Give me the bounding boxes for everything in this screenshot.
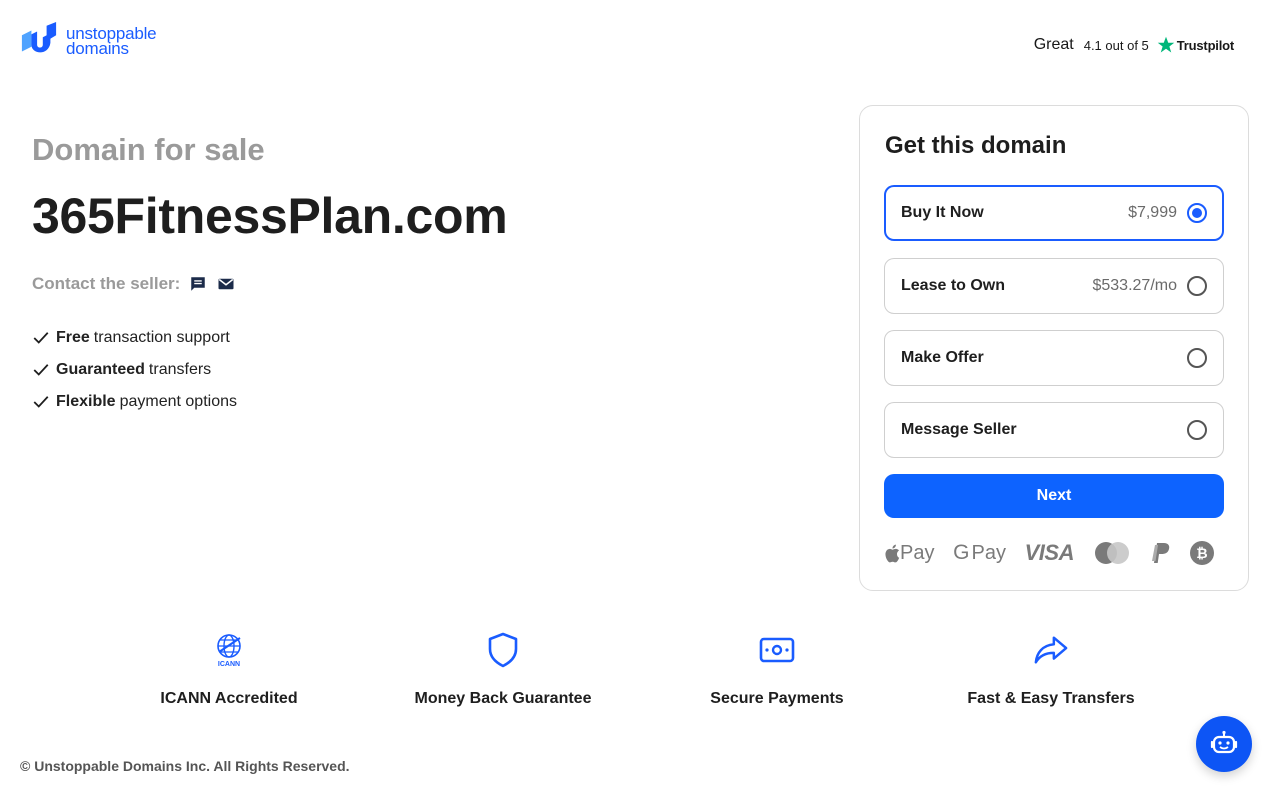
share-arrow-icon [1033, 632, 1069, 668]
radio-unselected[interactable] [1187, 276, 1207, 296]
unstoppable-logo-icon [21, 22, 57, 53]
radio-unselected[interactable] [1187, 420, 1207, 440]
next-button[interactable]: Next [884, 474, 1224, 518]
feature-bold: Guaranteed [56, 361, 145, 378]
feature-bold: Free [56, 329, 90, 346]
feature-list: Free transaction support Guaranteed tran… [32, 322, 792, 418]
brand-logo[interactable]: unstoppable domains [20, 22, 157, 60]
paypal-icon [1149, 541, 1171, 565]
rating-score: 4.1 out of 5 [1083, 37, 1149, 53]
icann-text: ICANN [218, 661, 240, 668]
card-title: Get this domain [885, 132, 1067, 159]
visa-icon: VISA [1024, 540, 1075, 565]
icann-icon: ICANN [211, 632, 247, 668]
trustpilot-rating[interactable]: Great 4.1 out of 5 Trustpilot [1034, 36, 1234, 54]
payment-methods: Pay G Pay VISA ₿ [884, 540, 1214, 566]
rating-word: Great [1033, 36, 1074, 53]
badge-label: Money Back Guarantee [414, 690, 592, 707]
option-label: Make Offer [901, 349, 984, 366]
option-buy-it-now[interactable]: Buy It Now $7,999 [884, 185, 1224, 241]
contact-label: Contact the seller: [32, 274, 181, 293]
option-label: Lease to Own [901, 277, 1006, 294]
radio-unselected[interactable] [1187, 348, 1207, 368]
bitcoin-icon: ₿ [1190, 541, 1214, 565]
feature-item: Free transaction support [32, 322, 792, 354]
footer-copyright: © Unstoppable Domains Inc. All Rights Re… [20, 758, 350, 774]
bot-icon [1210, 730, 1238, 754]
svg-text:₿: ₿ [1196, 546, 1207, 562]
chat-icon[interactable] [188, 274, 208, 294]
option-price: $533.27/mo [1092, 277, 1177, 294]
badge-label: ICANN Accredited [160, 690, 298, 707]
badge-fast-transfers: Fast & Easy Transfers [914, 632, 1188, 708]
badge-label: Secure Payments [710, 690, 844, 707]
page-subtitle: Domain for sale [32, 132, 265, 167]
trust-badges: ICANN ICANN Accredited Money Back Guaran… [92, 632, 1188, 708]
trustpilot-wordmark: Trustpilot [1176, 37, 1234, 53]
feature-item: Flexible payment options [32, 386, 792, 418]
badge-label: Fast & Easy Transfers [967, 690, 1135, 707]
mail-icon[interactable] [216, 274, 236, 294]
option-label: Message Seller [901, 421, 1017, 438]
purchase-card: Get this domain Buy It Now $7,999 Lease … [859, 105, 1249, 591]
logo-wordmark: unstoppable domains [66, 25, 157, 58]
badge-secure-payments: Secure Payments [640, 632, 914, 708]
apple-pay-icon: Pay [884, 542, 934, 565]
option-make-offer[interactable]: Make Offer [884, 330, 1224, 386]
google-pay-text: Pay [971, 541, 1006, 564]
badge-money-back: Money Back Guarantee [366, 632, 640, 708]
check-icon [33, 332, 49, 344]
feature-text: transaction support [93, 329, 230, 346]
logo-line-2: domains [66, 39, 129, 58]
mastercard-icon [1093, 541, 1131, 565]
apple-pay-text: Pay [900, 541, 935, 564]
feature-item: Guaranteed transfers [32, 354, 792, 386]
contact-seller: Contact the seller: [32, 274, 792, 294]
check-icon [33, 396, 49, 408]
check-icon [33, 364, 49, 376]
payment-icon [759, 632, 795, 668]
option-lease-to-own[interactable]: Lease to Own $533.27/mo [884, 258, 1224, 314]
badge-icann: ICANN ICANN Accredited [92, 632, 366, 708]
shield-icon [485, 632, 521, 668]
option-message-seller[interactable]: Message Seller [884, 402, 1224, 458]
chat-bot-button[interactable] [1196, 716, 1252, 772]
radio-selected[interactable] [1187, 203, 1207, 223]
trustpilot-star-icon [1157, 36, 1175, 53]
option-label: Buy It Now [901, 204, 984, 221]
option-price: $7,999 [1128, 204, 1177, 221]
feature-text: payment options [119, 393, 237, 410]
feature-text: transfers [148, 361, 212, 378]
feature-bold: Flexible [56, 393, 116, 410]
listing-info: Domain for sale 365FitnessPlan.com Conta… [32, 130, 792, 418]
domain-name: 365FitnessPlan.com [32, 188, 508, 244]
google-pay-icon: G Pay [953, 541, 1006, 564]
